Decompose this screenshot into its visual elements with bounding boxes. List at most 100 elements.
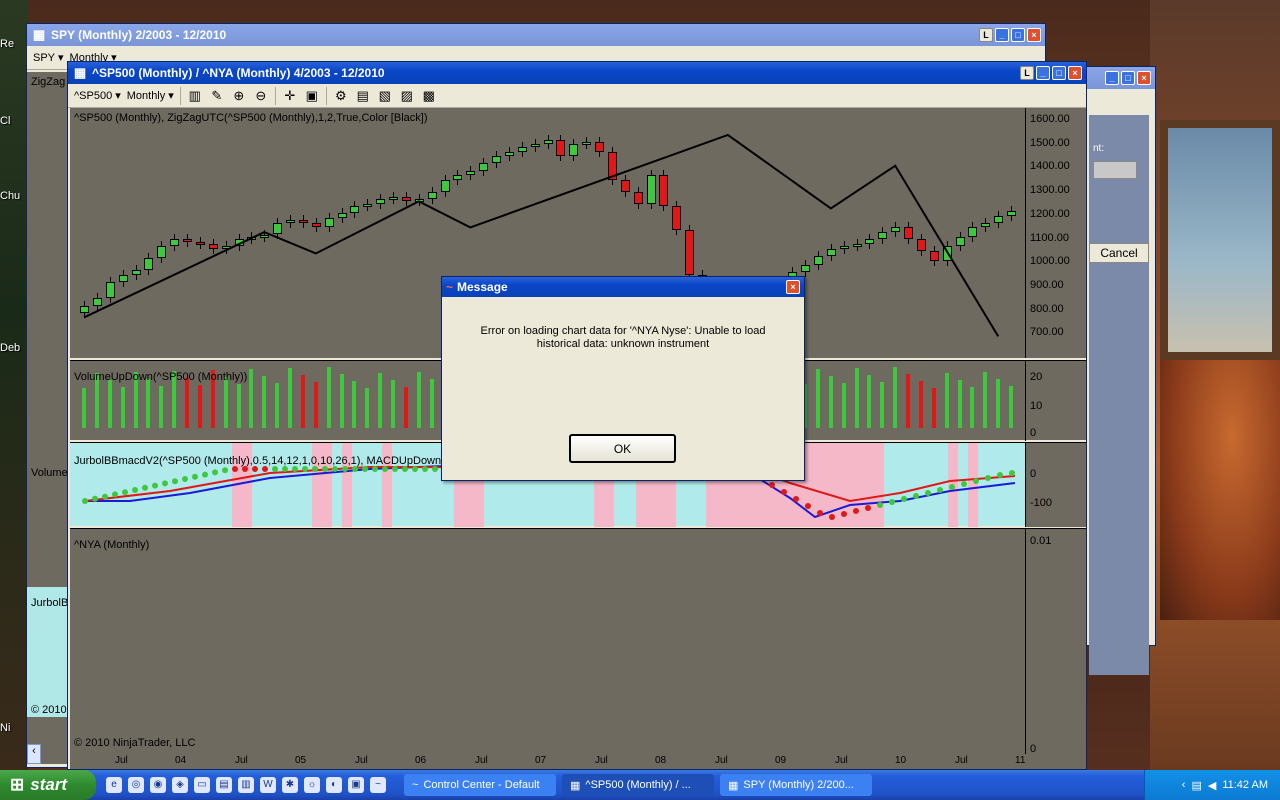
volume-bar [339, 374, 344, 428]
volume-bar [120, 387, 125, 428]
close-icon[interactable]: × [786, 280, 800, 294]
windows-flag-icon: ⊞ [10, 775, 25, 794]
price-axis: 1600.00 1500.00 1400.00 1300.00 1200.00 1100.… [1025, 108, 1086, 358]
properties-icon[interactable]: ▧ [377, 88, 393, 104]
tray-expand-icon[interactable]: ‹ [1182, 779, 1186, 791]
minimize-icon[interactable]: _ [1036, 66, 1050, 80]
volume-bar [249, 369, 254, 428]
scroll-left-icon[interactable]: ‹ [27, 744, 41, 764]
indicators-icon[interactable]: ▤ [355, 88, 371, 104]
link-icon[interactable]: L [979, 28, 993, 42]
maximize-icon[interactable]: □ [1011, 28, 1025, 42]
firefox-icon[interactable]: ◉ [150, 777, 166, 793]
ok-button[interactable]: OK [569, 434, 676, 463]
macd-dot [212, 469, 218, 476]
volume-bar [854, 368, 859, 428]
back-window-dropdown[interactable] [1093, 161, 1137, 179]
spy-zigzag-label: ZigZag [31, 76, 66, 88]
layout-icon[interactable]: ▩ [421, 88, 437, 104]
desktop-icon-ni[interactable]: Ni [0, 722, 28, 734]
volume-bar [365, 388, 370, 428]
desktop-icon-deb[interactable]: Deb [0, 342, 28, 354]
macd-dot [182, 476, 188, 482]
task-control-center[interactable]: ~ Control Center - Default [404, 774, 556, 796]
crosshair-icon[interactable]: ✛ [282, 88, 298, 104]
volume-bar [828, 376, 833, 428]
data-box-icon[interactable]: ▣ [304, 88, 320, 104]
minimize-icon[interactable]: _ [995, 28, 1009, 42]
app-icon[interactable]: ☼ [304, 777, 320, 793]
chart-app-icon: ▦ [73, 65, 87, 80]
system-tray: ‹ ▤ ◀ 11:42 AM [1144, 770, 1280, 800]
spy-copyright: © 2010 [31, 704, 67, 716]
close-icon[interactable]: × [1068, 66, 1082, 80]
ninja-icon[interactable]: ~ [370, 777, 386, 793]
app-icon[interactable]: ◎ [128, 777, 144, 793]
axis-tick-label: 0.01 [1030, 535, 1052, 547]
app-icon[interactable]: ◐ [326, 777, 342, 793]
zoom-out-icon[interactable]: ⊖ [253, 88, 269, 104]
close-icon[interactable]: × [1137, 71, 1151, 85]
desktop-icon-chu[interactable]: Chu [0, 190, 28, 202]
maximize-icon[interactable]: □ [1052, 66, 1066, 80]
app-icon[interactable]: ▣ [348, 777, 364, 793]
volume-bar [1009, 386, 1014, 428]
desktop-icon-recycle[interactable]: Re [0, 38, 28, 50]
volume-bar [970, 387, 975, 428]
start-button[interactable]: ⊞ start [0, 770, 96, 800]
volume-bar [880, 382, 885, 428]
macd-dot [122, 489, 128, 496]
app-icon[interactable]: ▤ [216, 777, 232, 793]
macd-dot [102, 493, 108, 500]
desktop-couch-scene [1160, 360, 1280, 620]
axis-tick-label: 700.00 [1030, 326, 1064, 339]
dialog-message: Error on loading chart data for '^NYA Ny… [480, 325, 766, 350]
app-icon[interactable]: ✱ [282, 777, 298, 793]
separator [274, 86, 276, 105]
spy-instrument-dropdown[interactable]: SPY ▾ [33, 51, 64, 65]
interval-dropdown[interactable]: Monthly ▾ [127, 89, 174, 103]
macd-dot [841, 511, 847, 517]
bar-type-icon[interactable]: ▥ [187, 88, 203, 104]
volume-icon[interactable]: ◀ [1208, 779, 1216, 792]
macd-dot [889, 499, 895, 505]
word-icon[interactable]: W [260, 777, 276, 793]
task-spy-chart[interactable]: ▦ SPY (Monthly) 2/200... [720, 774, 872, 796]
desktop-icon-cl[interactable]: Cl [0, 115, 28, 127]
maximize-icon[interactable]: □ [1121, 71, 1135, 85]
axis-tick-label: 1500.00 [1030, 136, 1070, 149]
axis-tick-label: 10 [1030, 400, 1043, 412]
time-tick-label: Jul [595, 755, 608, 766]
macd-axis: 0 -100 [1025, 443, 1086, 527]
ie-icon[interactable]: e [106, 777, 122, 793]
macd-panel-label: JurbolBBmacdV2(^SP500 (Monthly),0.5,14,1… [74, 455, 450, 467]
folder-icon[interactable]: ▭ [194, 777, 210, 793]
task-sp500-chart[interactable]: ▦ ^SP500 (Monthly) / ... [562, 774, 714, 796]
link-icon[interactable]: L [1020, 66, 1034, 80]
axis-tick-label: 20 [1030, 371, 1043, 383]
templates-icon[interactable]: ▨ [399, 88, 415, 104]
macd-dot [877, 502, 883, 508]
volume-bar [352, 381, 357, 428]
volume-axis: 20 10 0 [1025, 361, 1086, 441]
macd-dot [805, 503, 811, 509]
close-icon[interactable]: × [1027, 28, 1041, 42]
volume-bar [159, 386, 164, 428]
cancel-button[interactable]: Cancel [1089, 243, 1149, 263]
taskbar: ⊞ start e ◎ ◉ ◈ ▭ ▤ ▥ W ✱ ☼ ◐ ▣ ~ ~ Contro… [0, 770, 1280, 800]
macd-dot [937, 487, 943, 493]
macd-dot [162, 480, 168, 487]
macd-dot [769, 482, 775, 488]
app-icon[interactable]: ▥ [238, 777, 254, 793]
spy-volume-label: Volume [31, 467, 68, 479]
network-icon[interactable]: ▤ [1191, 779, 1201, 792]
instrument-dropdown[interactable]: ^SP500 ▾ [74, 89, 121, 103]
app-icon[interactable]: ◈ [172, 777, 188, 793]
copyright-label: © 2010 NinjaTrader, LLC [74, 737, 196, 749]
pencil-icon[interactable]: ✎ [209, 88, 225, 104]
volume-bar [867, 375, 872, 428]
minimize-icon[interactable]: _ [1105, 71, 1119, 85]
macd-dot [973, 478, 979, 484]
zoom-in-icon[interactable]: ⊕ [231, 88, 247, 104]
strategies-icon[interactable]: ⚙ [333, 88, 349, 104]
